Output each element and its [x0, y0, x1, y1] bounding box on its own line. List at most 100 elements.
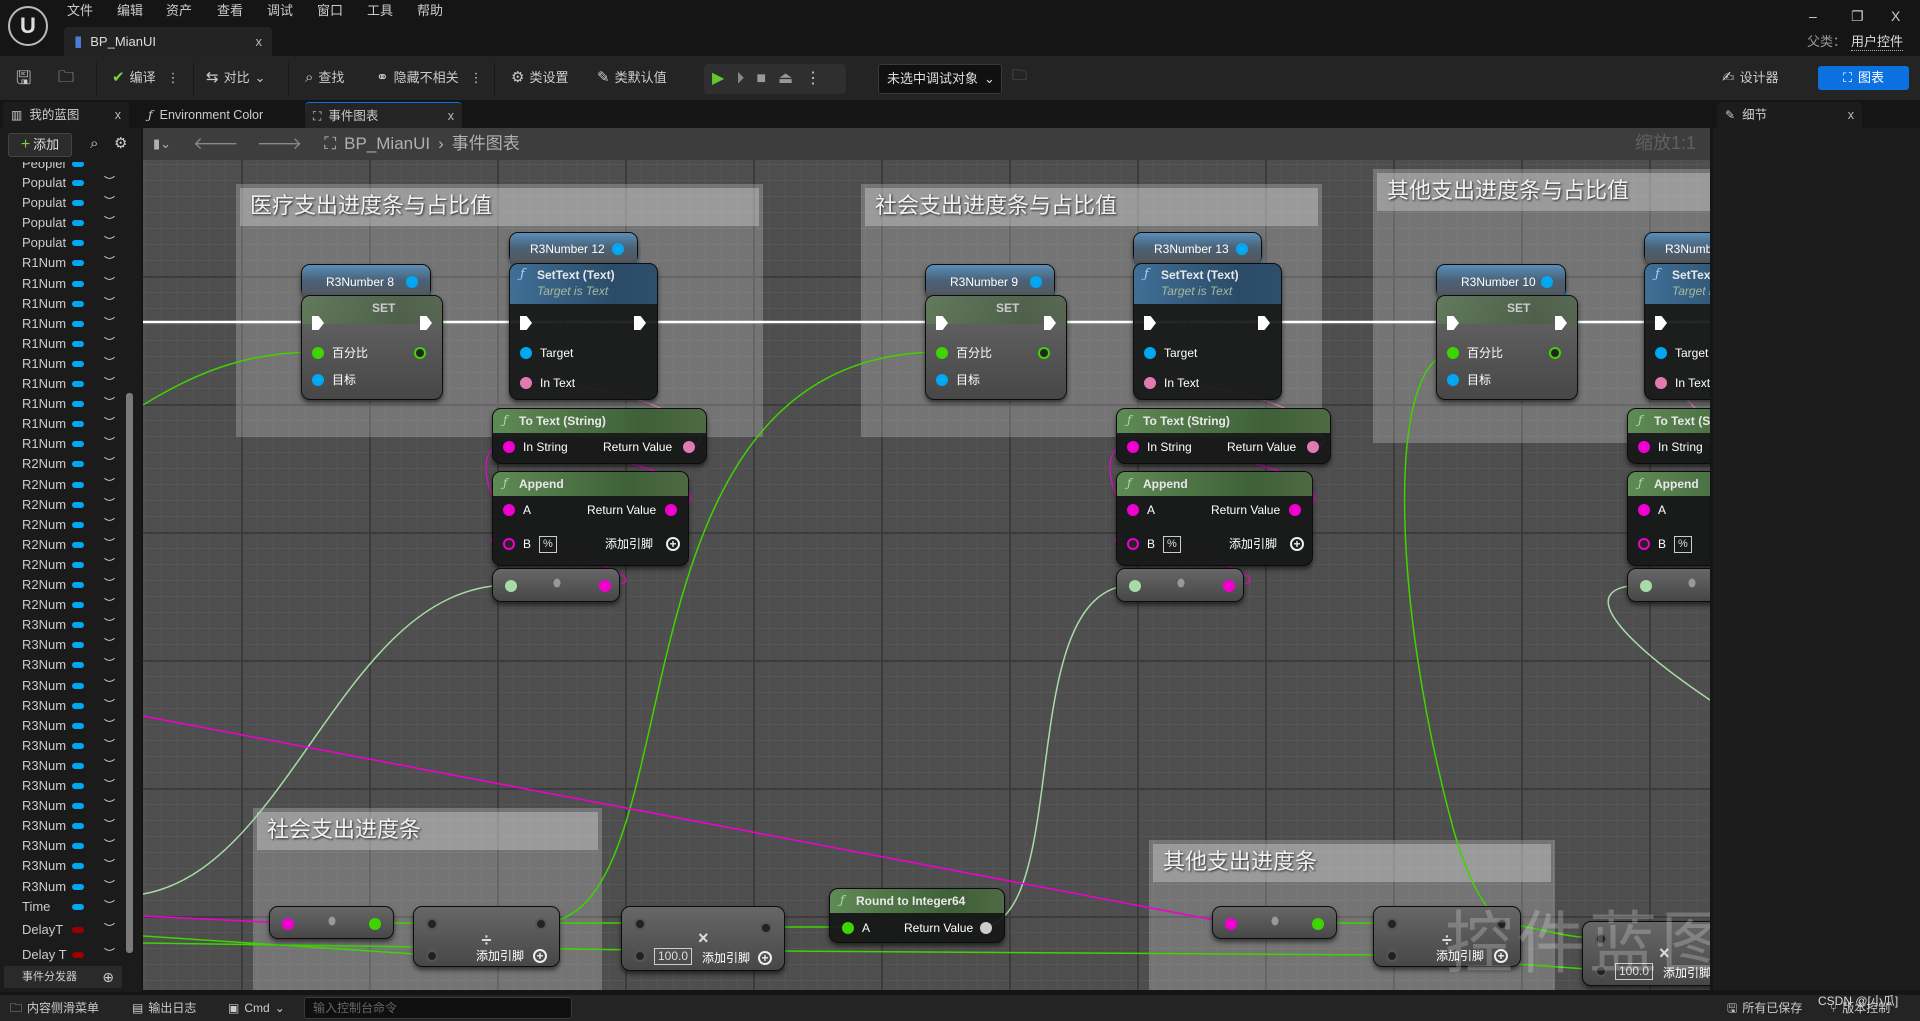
- pin[interactable]: [503, 441, 515, 453]
- add-pin-icon[interactable]: +: [758, 951, 772, 965]
- close-button[interactable]: X: [1891, 8, 1900, 24]
- variable-item[interactable]: R3Num ︶: [22, 817, 132, 835]
- visibility-eye-icon[interactable]: ︶: [104, 176, 115, 188]
- pin[interactable]: [1447, 347, 1459, 359]
- breadcrumb-graph[interactable]: 事件图表: [452, 134, 520, 154]
- visibility-eye-icon[interactable]: ︶: [104, 437, 115, 449]
- b-pin[interactable]: [1127, 538, 1139, 550]
- close-tab-icon[interactable]: x: [115, 107, 121, 123]
- pin[interactable]: [1129, 580, 1141, 592]
- percent-output-pin[interactable]: [1038, 347, 1050, 359]
- menu-asset[interactable]: 资产: [166, 3, 192, 19]
- add-pin-icon[interactable]: +: [1290, 537, 1304, 551]
- variable-item[interactable]: Time ︶: [22, 898, 132, 916]
- variable-getter-node[interactable]: R3Number 10: [1436, 264, 1566, 299]
- pin[interactable]: [1144, 347, 1156, 359]
- variable-item[interactable]: R2Num ︶: [22, 596, 132, 614]
- text-variable-getter-node[interactable]: R3Number 13: [1133, 232, 1262, 265]
- to-text-node[interactable]: ƒ To Text (String) In String Return Value: [1116, 408, 1331, 464]
- minimize-button[interactable]: –: [1809, 8, 1817, 24]
- visibility-eye-icon[interactable]: ︶: [104, 859, 115, 871]
- pin[interactable]: [282, 918, 294, 930]
- variable-item[interactable]: R3Num ︶: [22, 717, 132, 735]
- float-wire[interactable]: [143, 584, 511, 895]
- tab-details[interactable]: ✎ 细节 x: [1717, 102, 1862, 128]
- visibility-eye-icon[interactable]: ︶: [104, 618, 115, 630]
- add-pin-icon[interactable]: +: [666, 537, 680, 551]
- round-to-integer64-node[interactable]: ƒ Round to Integer64 A Return Value: [829, 888, 1005, 943]
- class-defaults-button[interactable]: ✎ 类默认值: [597, 66, 667, 90]
- output-pin[interactable]: [599, 580, 611, 592]
- variable-item[interactable]: R3Num ︶: [22, 616, 132, 634]
- compile-button[interactable]: ✔ 编译 ⋮: [112, 66, 180, 90]
- percent-wire[interactable]: [143, 351, 318, 406]
- restore-button[interactable]: ❐: [1851, 8, 1864, 24]
- visibility-eye-icon[interactable]: ︶: [104, 518, 115, 530]
- variable-item[interactable]: R2Num ︶: [22, 556, 132, 574]
- variable-item[interactable]: R2Num ︶: [22, 496, 132, 514]
- visibility-eye-icon[interactable]: ︶: [104, 598, 115, 610]
- more-options-icon[interactable]: ⋮: [805, 70, 821, 88]
- multiply-node[interactable]: × 100.0 添加引脚 +: [621, 906, 785, 971]
- pin[interactable]: [520, 377, 532, 389]
- pin[interactable]: [842, 922, 854, 934]
- tab-my-blueprint[interactable]: ▥ 我的蓝图 x: [3, 102, 129, 128]
- output-pin[interactable]: [1541, 276, 1553, 288]
- visibility-eye-icon[interactable]: ︶: [104, 759, 115, 771]
- pin[interactable]: [1638, 504, 1650, 516]
- pin[interactable]: [1225, 918, 1237, 930]
- visibility-eye-icon[interactable]: ︶: [104, 719, 115, 731]
- add-button[interactable]: + 添加: [8, 133, 72, 157]
- visibility-eye-icon[interactable]: ︶: [104, 216, 115, 228]
- input-pin-a[interactable]: [1386, 918, 1398, 930]
- variable-item[interactable]: R2Num ︶: [22, 516, 132, 534]
- return-value-pin[interactable]: [1307, 441, 1319, 453]
- b-default-input[interactable]: %: [539, 536, 557, 553]
- b-default-input[interactable]: %: [1674, 536, 1692, 553]
- visibility-eye-icon[interactable]: ︶: [104, 839, 115, 851]
- visibility-eye-icon[interactable]: ︶: [104, 923, 115, 935]
- variable-item[interactable]: R1Num ︶: [22, 435, 132, 453]
- variable-item[interactable]: R1Num ︶: [22, 415, 132, 433]
- pin[interactable]: [1638, 441, 1650, 453]
- b-default-input[interactable]: %: [1163, 536, 1181, 553]
- exec-pin[interactable]: [1258, 316, 1270, 330]
- format-text-node[interactable]: [492, 568, 620, 602]
- visibility-eye-icon[interactable]: ︶: [104, 297, 115, 309]
- variable-item[interactable]: R1Num ︶: [22, 275, 132, 293]
- return-value-pin[interactable]: [1289, 504, 1301, 516]
- pin[interactable]: [1640, 580, 1652, 592]
- close-tab-icon[interactable]: x: [256, 34, 263, 50]
- close-tab-icon[interactable]: x: [1848, 107, 1854, 123]
- b-pin[interactable]: [503, 538, 515, 550]
- class-settings-button[interactable]: ⚙ 类设置: [511, 66, 568, 90]
- diff-button[interactable]: ⇆ 对比 ⌄: [206, 66, 266, 90]
- pin[interactable]: [505, 580, 517, 592]
- multiplier-input[interactable]: 100.0: [654, 948, 693, 965]
- set-node[interactable]: SET 百分比 目标: [925, 295, 1067, 400]
- b-pin[interactable]: [1638, 538, 1650, 550]
- output-pin[interactable]: [760, 922, 772, 934]
- close-tab-icon[interactable]: x: [448, 108, 454, 124]
- variable-list-scrollbar[interactable]: [126, 393, 133, 953]
- string-wire[interactable]: [143, 915, 288, 924]
- menu-view[interactable]: 查看: [217, 3, 243, 19]
- variable-item[interactable]: R3Num ︶: [22, 837, 132, 855]
- visibility-eye-icon[interactable]: ︶: [104, 196, 115, 208]
- input-pin-b[interactable]: [426, 950, 438, 962]
- set-node[interactable]: SET 百分比 目标: [1436, 295, 1578, 400]
- visibility-eye-icon[interactable]: ︶: [104, 256, 115, 268]
- visibility-eye-icon[interactable]: ︶: [104, 578, 115, 590]
- designer-button[interactable]: ✍ 设计器: [1722, 66, 1779, 90]
- bookmark-icon[interactable]: ▮⌄: [153, 134, 171, 154]
- gear-icon[interactable]: ⚙: [114, 136, 127, 152]
- find-button[interactable]: ⌕ 查找: [305, 66, 344, 90]
- visibility-eye-icon[interactable]: ︶: [104, 679, 115, 691]
- output-pin[interactable]: [1312, 918, 1324, 930]
- pin[interactable]: [503, 504, 515, 516]
- pin[interactable]: [520, 347, 532, 359]
- tab-event-graph[interactable]: ⛶ 事件图表 x: [305, 102, 462, 128]
- add-pin-icon[interactable]: +: [533, 949, 547, 963]
- variable-item[interactable]: R3Num ︶: [22, 777, 132, 795]
- search-icon[interactable]: ⌕: [90, 136, 98, 152]
